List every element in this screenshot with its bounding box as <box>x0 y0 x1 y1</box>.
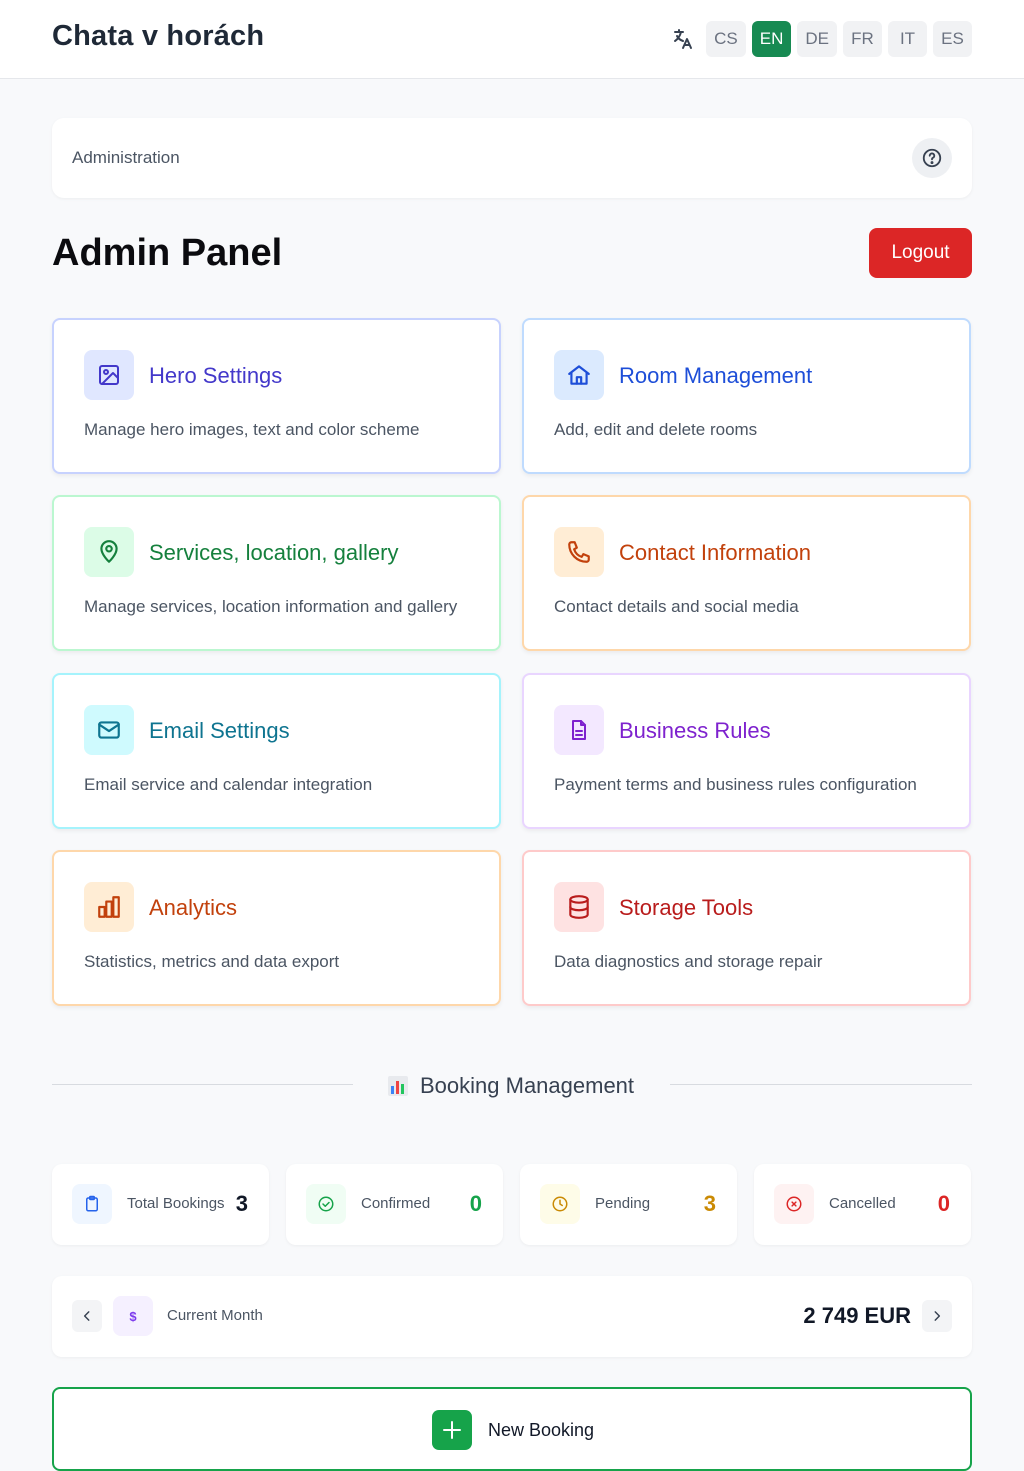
dollar-icon: $ <box>113 1296 153 1336</box>
clipboard-icon <box>72 1184 112 1224</box>
card-description: Data diagnostics and storage repair <box>554 952 823 971</box>
image-icon <box>84 350 134 400</box>
card-title: Hero Settings <box>149 363 283 388</box>
divider <box>52 1084 353 1085</box>
card-description: Add, edit and delete rooms <box>554 420 758 439</box>
breadcrumb: Administration <box>52 118 972 198</box>
mail-icon <box>84 705 134 755</box>
card-description: Statistics, metrics and data export <box>84 952 340 971</box>
stat-confirmed: Confirmed 0 <box>286 1164 503 1245</box>
card-description: Payment terms and business rules configu… <box>554 775 917 794</box>
card-description: Manage hero images, text and color schem… <box>84 420 420 439</box>
card-analytics[interactable]: Analytics Statistics, metrics and data e… <box>52 850 501 1006</box>
next-month-button[interactable] <box>922 1300 952 1332</box>
current-month-card: $ Current Month 2 749 EUR <box>52 1276 972 1357</box>
stat-value: 3 <box>703 1191 716 1216</box>
bar-chart-icon <box>84 882 134 932</box>
stat-cancelled: Cancelled 0 <box>754 1164 971 1245</box>
map-pin-icon <box>84 527 134 577</box>
card-title: Analytics <box>149 895 238 920</box>
chevron-right-icon <box>934 1311 941 1321</box>
section-title-booking-management: Booking Management <box>386 1073 634 1099</box>
x-circle-icon <box>774 1184 814 1224</box>
phone-icon <box>554 527 604 577</box>
clock-icon <box>540 1184 580 1224</box>
help-icon <box>922 148 942 168</box>
translate-icon <box>668 21 698 57</box>
new-booking-button[interactable]: New Booking <box>52 1387 972 1471</box>
card-description: Contact details and social media <box>554 597 799 616</box>
top-bar: Chata v horách CS EN DE FR IT ES <box>0 0 1024 79</box>
card-email-settings[interactable]: Email Settings Email service and calenda… <box>52 673 501 829</box>
chevron-left-icon <box>83 1311 90 1321</box>
section-title-text: Booking Management <box>420 1073 635 1098</box>
stat-label: Confirmed <box>361 1195 431 1212</box>
stat-value: 0 <box>937 1191 950 1216</box>
help-button[interactable] <box>912 138 952 178</box>
brand-title[interactable]: Chata v horách <box>52 20 264 53</box>
home-icon <box>554 350 604 400</box>
card-hero-settings[interactable]: Hero Settings Manage hero images, text a… <box>52 318 501 474</box>
lang-button-cs[interactable]: CS <box>706 21 746 57</box>
card-title: Storage Tools <box>619 895 754 920</box>
card-contact-information[interactable]: Contact Information Contact details and … <box>522 495 971 651</box>
card-title: Contact Information <box>619 540 811 565</box>
stat-value: 3 <box>235 1191 248 1216</box>
stat-value: 0 <box>469 1191 482 1216</box>
card-title: Business Rules <box>619 718 771 743</box>
lang-button-en[interactable]: EN <box>751 21 792 57</box>
stat-pending: Pending 3 <box>520 1164 737 1245</box>
lang-button-it[interactable]: IT <box>888 21 927 57</box>
divider <box>670 1084 972 1085</box>
new-booking-label: New Booking <box>488 1419 595 1440</box>
stat-label: Pending <box>595 1195 651 1212</box>
card-description: Manage services, location information an… <box>84 597 458 616</box>
language-switcher: CS EN DE FR IT ES <box>668 21 972 57</box>
card-room-management[interactable]: Room Management Add, edit and delete roo… <box>522 318 971 474</box>
bar-chart-emoji-icon <box>388 1076 408 1096</box>
page-title: Admin Panel <box>52 232 283 274</box>
logout-button[interactable]: Logout <box>869 228 972 278</box>
card-storage-tools[interactable]: Storage Tools Data diagnostics and stora… <box>522 850 971 1006</box>
check-circle-icon <box>306 1184 346 1224</box>
card-title: Room Management <box>619 363 813 388</box>
card-business-rules[interactable]: Business Rules Payment terms and busines… <box>522 673 971 829</box>
stat-label: Total Bookings <box>127 1195 225 1212</box>
card-title: Services, location, gallery <box>149 540 399 565</box>
lang-button-es[interactable]: ES <box>933 21 972 57</box>
stat-total-bookings: Total Bookings 3 <box>52 1164 269 1245</box>
card-description: Email service and calendar integration <box>84 775 373 794</box>
lang-button-de[interactable]: DE <box>797 21 837 57</box>
breadcrumb-label[interactable]: Administration <box>72 148 180 168</box>
month-revenue-value: 2 749 EUR <box>803 1303 911 1328</box>
card-services-location-gallery[interactable]: Services, location, gallery Manage servi… <box>52 495 501 651</box>
stat-label: Cancelled <box>829 1195 896 1212</box>
lang-button-fr[interactable]: FR <box>843 21 882 57</box>
new-booking-content: New Booking <box>432 1410 594 1450</box>
card-title: Email Settings <box>149 718 290 743</box>
database-icon <box>554 882 604 932</box>
plus-icon <box>432 1410 472 1450</box>
document-icon <box>554 705 604 755</box>
month-label: Current Month <box>167 1307 263 1324</box>
previous-month-button[interactable] <box>72 1300 102 1332</box>
